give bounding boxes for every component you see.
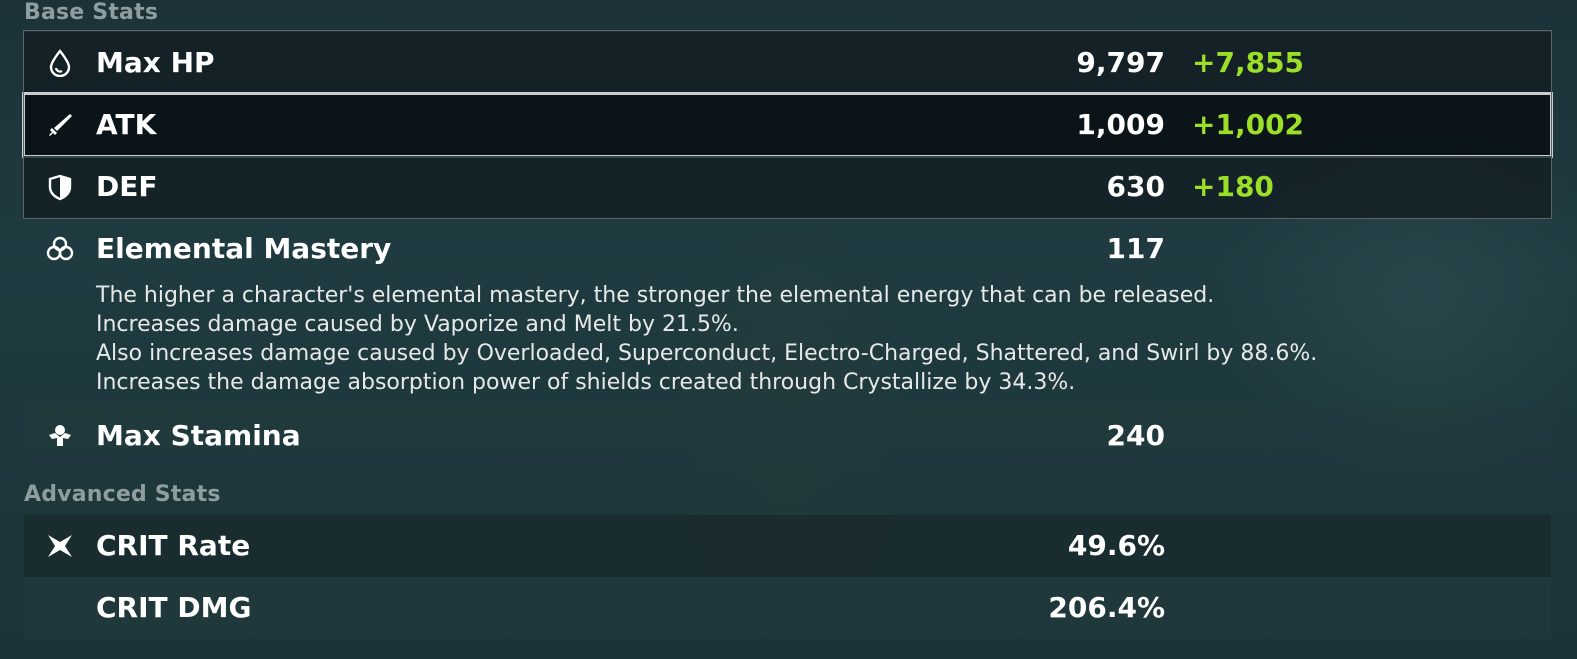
description-line: Also increases damage caused by Overload… [96,341,1318,366]
description-line: Increases the damage absorption power of… [96,370,1076,395]
stat-label: CRIT Rate [96,529,251,562]
stat-label: Max Stamina [96,419,301,452]
stat-row-max-hp[interactable]: Max HP 9,797 +7,855 [24,32,1551,94]
stat-value: 206.4% [1048,591,1165,624]
elemental-mastery-icon [46,235,74,263]
stat-label: Max HP [96,46,215,79]
stat-bonus: +180 [1192,170,1274,203]
stat-bonus: +1,002 [1192,108,1305,141]
description-line: Increases damage caused by Vaporize and … [96,312,739,337]
stat-value: 49.6% [1067,529,1165,562]
stat-bonus: +7,855 [1192,46,1305,79]
stat-row-max-stamina[interactable]: Max Stamina 240 [24,405,1551,467]
shield-icon [46,173,74,201]
stat-value: 9,797 [1076,46,1165,79]
description-line: The higher a character's elemental maste… [96,283,1215,308]
crit-star-icon [46,532,74,560]
stat-value: 1,009 [1076,108,1165,141]
stamina-icon [46,422,74,450]
hp-drop-icon [46,49,74,77]
stat-row-elemental-mastery[interactable]: Elemental Mastery 117 [24,218,1551,280]
stat-value: 630 [1106,170,1165,203]
stat-value: 117 [1106,232,1165,265]
stat-label: DEF [96,170,158,203]
stat-label: CRIT DMG [96,591,252,624]
elemental-mastery-description: The higher a character's elemental maste… [96,281,1516,397]
stat-label: ATK [96,108,157,141]
stat-value: 240 [1106,419,1165,452]
stat-row-crit-rate[interactable]: CRIT Rate 49.6% [24,515,1551,577]
sword-icon [46,111,74,139]
stat-row-atk[interactable]: ATK 1,009 +1,002 [22,92,1553,158]
stat-label: Elemental Mastery [96,232,392,265]
stat-row-crit-dmg[interactable]: CRIT DMG 206.4% [24,577,1551,639]
advanced-stats-title: Advanced Stats [24,482,221,507]
base-stats-title: Base Stats [24,0,159,25]
stat-row-def[interactable]: DEF 630 +180 [24,156,1551,218]
